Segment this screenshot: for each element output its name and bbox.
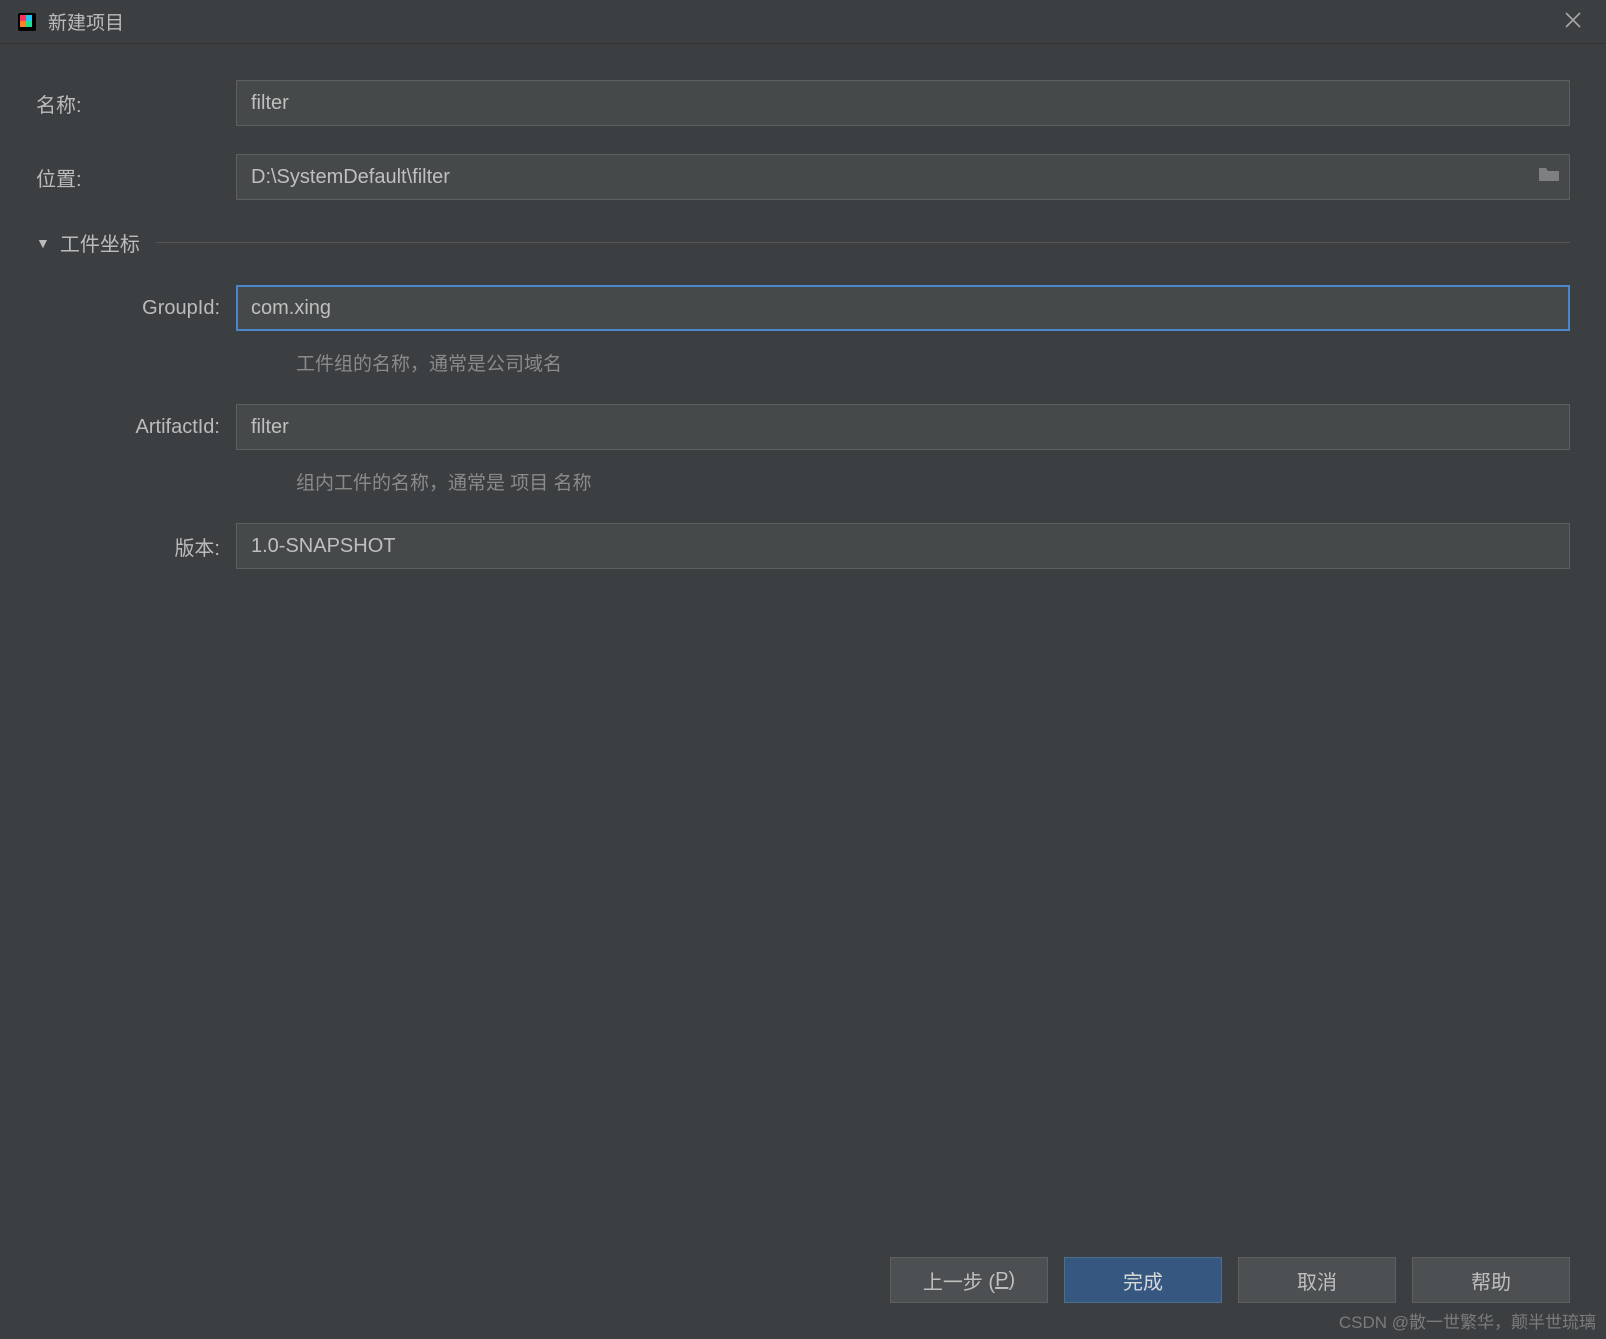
input-wrap-groupid xyxy=(236,285,1570,331)
cancel-button[interactable]: 取消 xyxy=(1238,1257,1396,1303)
watermark-text: CSDN @散一世繁华，颠半世琉璃 xyxy=(1339,1308,1596,1333)
section-artifact-coords[interactable]: ▼ 工件坐标 xyxy=(36,228,1570,257)
folder-icon[interactable] xyxy=(1538,165,1560,189)
label-name: 名称: xyxy=(36,89,236,118)
row-name: 名称: xyxy=(36,80,1570,126)
previous-button-suffix: ) xyxy=(1008,1269,1015,1292)
help-button[interactable]: 帮助 xyxy=(1412,1257,1570,1303)
app-icon xyxy=(16,11,38,33)
previous-button-mnemonic: P xyxy=(995,1269,1008,1292)
chevron-down-icon: ▼ xyxy=(36,235,50,251)
row-artifactid: ArtifactId: xyxy=(36,404,1570,450)
version-input[interactable] xyxy=(236,523,1570,569)
section-title: 工件坐标 xyxy=(60,228,140,257)
row-version: 版本: xyxy=(36,523,1570,569)
dialog-buttons: 上一步 (P) 完成 取消 帮助 xyxy=(890,1257,1570,1303)
hint-groupid: 工件组的名称，通常是公司域名 xyxy=(296,349,1570,376)
close-icon[interactable] xyxy=(1556,6,1590,38)
label-groupid: GroupId: xyxy=(96,297,236,320)
label-location: 位置: xyxy=(36,163,236,192)
label-version: 版本: xyxy=(96,532,236,561)
section-divider xyxy=(156,242,1570,243)
input-wrap-location xyxy=(236,154,1570,200)
titlebar: 新建项目 xyxy=(0,0,1606,44)
previous-button[interactable]: 上一步 (P) xyxy=(890,1257,1048,1303)
location-input[interactable] xyxy=(236,154,1570,200)
input-wrap-version xyxy=(236,523,1570,569)
input-wrap-artifactid xyxy=(236,404,1570,450)
finish-button[interactable]: 完成 xyxy=(1064,1257,1222,1303)
form-content: 名称: 位置: ▼ 工件坐标 GroupId: 工件组的名称，通常是公司域名 A… xyxy=(0,44,1606,569)
groupid-input[interactable] xyxy=(236,285,1570,331)
previous-button-prefix: 上一步 ( xyxy=(923,1266,995,1295)
artifactid-input[interactable] xyxy=(236,404,1570,450)
row-groupid: GroupId: xyxy=(36,285,1570,331)
row-location: 位置: xyxy=(36,154,1570,200)
name-input[interactable] xyxy=(236,80,1570,126)
hint-artifactid: 组内工件的名称，通常是 项目 名称 xyxy=(296,468,1570,495)
label-artifactid: ArtifactId: xyxy=(96,416,236,439)
window-title: 新建项目 xyxy=(48,8,1556,35)
input-wrap-name xyxy=(236,80,1570,126)
